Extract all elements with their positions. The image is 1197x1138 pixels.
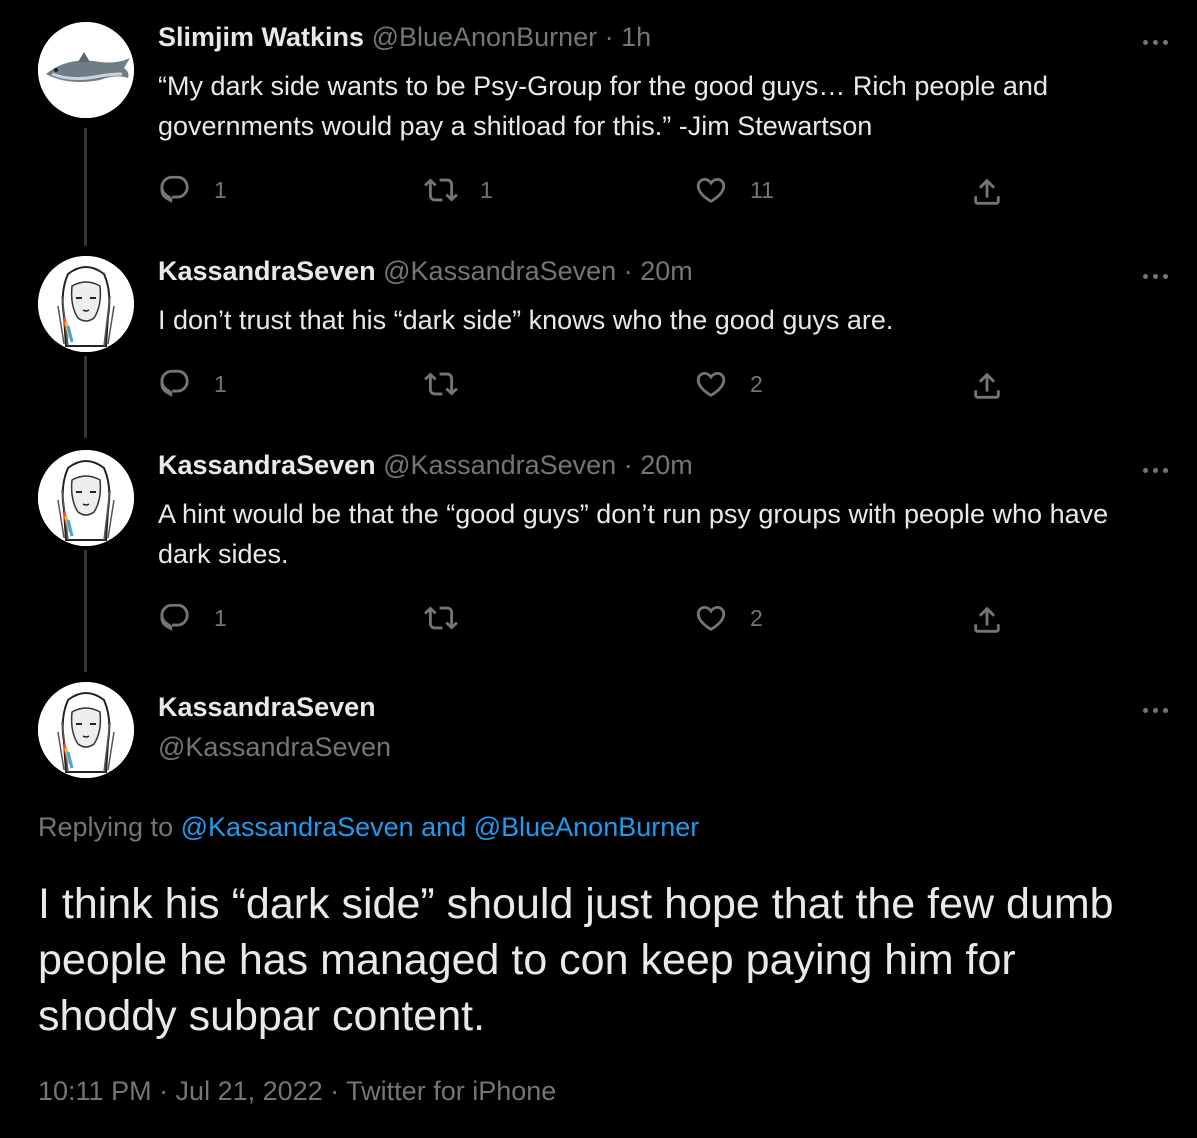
share-button[interactable] <box>970 172 1004 212</box>
more-options-button[interactable] <box>1137 32 1173 52</box>
tweet-time[interactable]: · 20m <box>624 256 693 286</box>
retweet-icon <box>424 372 458 396</box>
main-tweet-text: I think his “dark side” should just hope… <box>38 880 1114 1040</box>
tweet-time[interactable]: · 20m <box>624 450 693 480</box>
thread-line <box>84 128 87 246</box>
share-button[interactable] <box>970 600 1004 640</box>
heart-icon <box>696 605 726 631</box>
more-options-button[interactable] <box>1137 700 1173 720</box>
reply-count: 1 <box>214 176 227 203</box>
retweet-button[interactable] <box>424 598 480 638</box>
reply-icon <box>160 369 189 397</box>
retweet-button[interactable]: 1 <box>424 170 493 210</box>
reply-count: 1 <box>214 604 227 631</box>
fish-icon <box>38 22 134 118</box>
heart-icon <box>696 371 726 397</box>
reply-button[interactable]: 1 <box>158 598 227 638</box>
like-button[interactable]: 2 <box>694 364 763 404</box>
share-icon <box>974 178 1000 205</box>
like-button[interactable]: 2 <box>694 598 763 638</box>
share-icon <box>974 372 1000 399</box>
retweet-icon <box>424 606 458 630</box>
user-handle[interactable]: @KassandraSeven <box>383 256 616 286</box>
tweet-timestamp[interactable]: 10:11 PM · Jul 21, 2022 · Twitter for iP… <box>38 1076 556 1107</box>
avatar[interactable] <box>38 22 134 118</box>
like-count: 2 <box>750 370 763 397</box>
replying-prefix: Replying to <box>38 812 174 842</box>
tweet-header: KassandraSeven @KassandraSeven · 20m <box>158 256 693 287</box>
retweet-button[interactable] <box>424 364 480 404</box>
like-button[interactable]: 11 <box>694 170 774 210</box>
user-handle[interactable]: @KassandraSeven <box>158 732 391 763</box>
display-name[interactable]: Slimjim Watkins <box>158 22 364 52</box>
avatar[interactable] <box>38 256 134 352</box>
tweet-header: KassandraSeven @KassandraSeven · 20m <box>158 450 693 481</box>
display-name[interactable]: KassandraSeven <box>158 450 376 480</box>
reply-button[interactable]: 1 <box>158 364 227 404</box>
reply-button[interactable]: 1 <box>158 170 227 210</box>
tweet-text: A hint would be that the “good guys” don… <box>158 499 1109 569</box>
more-options-button[interactable] <box>1137 266 1173 286</box>
tweet-text: I don’t trust that his “dark side” knows… <box>158 305 894 335</box>
like-count: 2 <box>750 604 763 631</box>
thread-line <box>84 356 87 438</box>
reply-icon <box>160 175 189 203</box>
user-handle[interactable]: @BlueAnonBurner <box>372 22 598 52</box>
tweet-time[interactable]: · 1h <box>605 22 652 52</box>
tweet-text: “My dark side wants to be Psy-Group for … <box>158 71 1048 141</box>
display-name[interactable]: KassandraSeven <box>158 256 376 286</box>
more-options-button[interactable] <box>1137 460 1173 480</box>
user-handle[interactable]: @KassandraSeven <box>383 450 616 480</box>
reply-count: 1 <box>214 370 227 397</box>
display-name[interactable]: KassandraSeven <box>158 692 376 723</box>
replying-to-links[interactable]: @KassandraSeven and @BlueAnonBurner <box>181 812 700 842</box>
sketch-portrait-icon <box>38 256 134 352</box>
retweet-icon <box>424 178 458 202</box>
reply-icon <box>160 603 189 631</box>
like-count: 11 <box>750 176 774 203</box>
share-button[interactable] <box>970 366 1004 406</box>
share-icon <box>974 606 1000 633</box>
sketch-portrait-icon <box>38 450 134 546</box>
avatar[interactable] <box>38 682 134 778</box>
replying-to: Replying to @KassandraSeven and @BlueAno… <box>38 812 699 843</box>
avatar[interactable] <box>38 450 134 546</box>
sketch-portrait-icon <box>38 682 134 778</box>
retweet-count: 1 <box>480 176 493 203</box>
tweet-header: Slimjim Watkins @BlueAnonBurner · 1h <box>158 22 651 53</box>
thread-line <box>84 550 87 672</box>
heart-icon <box>696 177 726 203</box>
